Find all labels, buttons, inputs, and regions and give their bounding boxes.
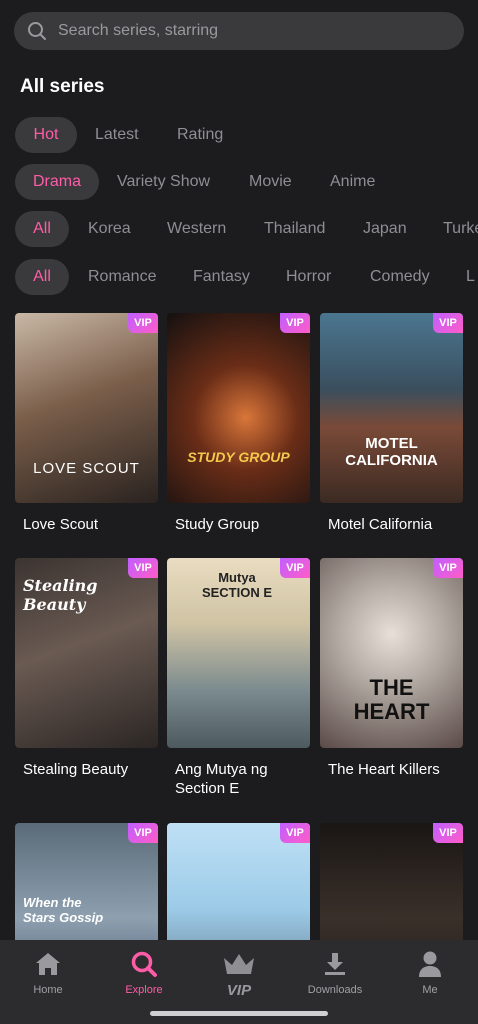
poster-image: Mutya SECTION E VIP xyxy=(167,558,310,748)
vip-badge: VIP xyxy=(280,558,310,578)
filter-thailand[interactable]: Thailand xyxy=(264,211,325,247)
poster-title-art: Stealing Beauty xyxy=(23,576,98,614)
vip-badge: VIP xyxy=(128,313,158,333)
filter-rating[interactable]: Rating xyxy=(177,117,223,153)
filter-drama[interactable]: Drama xyxy=(15,164,99,200)
home-icon xyxy=(0,948,96,980)
filter-japan[interactable]: Japan xyxy=(363,211,407,247)
filter-region-all[interactable]: All xyxy=(15,211,69,247)
filter-korea[interactable]: Korea xyxy=(88,211,131,247)
type-filter-row: Drama Variety Show Movie Anime xyxy=(0,164,478,200)
bottom-navigation: Home Explore VIP Downloads Me xyxy=(0,940,478,1024)
vip-badge: VIP xyxy=(280,313,310,333)
explore-icon xyxy=(96,948,192,980)
poster-image: Stealing Beauty VIP xyxy=(15,558,158,748)
sort-filter-row: Hot Latest Rating xyxy=(0,117,478,153)
poster-title-art: MOTEL CALIFORNIA xyxy=(345,435,438,469)
vip-badge: VIP xyxy=(128,558,158,578)
poster-title-art: When the Stars Gossip xyxy=(23,895,104,925)
filter-comedy[interactable]: Comedy xyxy=(370,259,430,295)
nav-downloads[interactable]: Downloads xyxy=(287,948,383,996)
poster-image: STUDY GROUP VIP xyxy=(167,313,310,503)
nav-downloads-label: Downloads xyxy=(307,984,363,996)
genre-filter-row: All Romance Fantasy Horror Comedy L xyxy=(0,259,478,295)
nav-me-label: Me xyxy=(422,984,438,996)
series-title: Ang Mutya ng Section E xyxy=(175,761,268,797)
filter-hot[interactable]: Hot xyxy=(15,117,77,153)
filter-anime[interactable]: Anime xyxy=(330,164,375,200)
series-title: Stealing Beauty xyxy=(23,761,129,778)
filter-turkey[interactable]: Turke xyxy=(443,211,478,247)
nav-home[interactable]: Home xyxy=(0,948,96,996)
nav-explore[interactable]: Explore xyxy=(96,948,192,996)
vip-badge: VIP xyxy=(433,313,463,333)
filter-western[interactable]: Western xyxy=(167,211,226,247)
filter-genre-all[interactable]: All xyxy=(15,259,69,295)
poster-title-art: THE HEART xyxy=(353,675,430,724)
home-indicator xyxy=(150,1011,328,1016)
filter-variety-show[interactable]: Variety Show xyxy=(117,164,210,200)
vip-badge: VIP xyxy=(433,823,463,843)
poster-title-art: STUDY GROUP xyxy=(187,449,290,465)
search-input[interactable]: Search series, starring xyxy=(58,22,218,40)
filter-horror[interactable]: Horror xyxy=(286,259,331,295)
nav-home-label: Home xyxy=(33,984,63,996)
nav-vip[interactable]: VIP xyxy=(191,948,287,999)
poster-title-art: LOVE SCOUT xyxy=(33,460,140,477)
filter-more[interactable]: L xyxy=(466,259,475,295)
filter-romance[interactable]: Romance xyxy=(88,259,156,295)
poster-title-art: Mutya SECTION E xyxy=(201,570,273,600)
series-title: Motel California xyxy=(328,516,433,533)
user-icon xyxy=(382,948,478,980)
poster-image: MOTEL CALIFORNIA VIP xyxy=(320,313,463,503)
vip-badge: VIP xyxy=(280,823,310,843)
region-filter-row: All Korea Western Thailand Japan Turke xyxy=(0,211,478,247)
vip-badge: VIP xyxy=(128,823,158,843)
filter-latest[interactable]: Latest xyxy=(95,117,139,153)
nav-explore-label: Explore xyxy=(125,984,163,996)
series-title: The Heart Killers xyxy=(328,761,440,778)
crown-icon xyxy=(191,948,287,980)
poster-image: THE HEART VIP xyxy=(320,558,463,748)
search-bar[interactable]: Search series, starring xyxy=(14,12,464,50)
series-title: Love Scout xyxy=(23,516,99,533)
download-icon xyxy=(287,948,383,980)
nav-me[interactable]: Me xyxy=(382,948,478,996)
search-icon xyxy=(26,20,48,42)
nav-vip-label: VIP xyxy=(226,982,252,999)
filter-fantasy[interactable]: Fantasy xyxy=(193,259,250,295)
section-title: All series xyxy=(20,76,105,97)
series-title: Study Group xyxy=(175,516,260,533)
vip-badge: VIP xyxy=(433,558,463,578)
filter-movie[interactable]: Movie xyxy=(249,164,292,200)
poster-image: LOVE SCOUT VIP xyxy=(15,313,158,503)
